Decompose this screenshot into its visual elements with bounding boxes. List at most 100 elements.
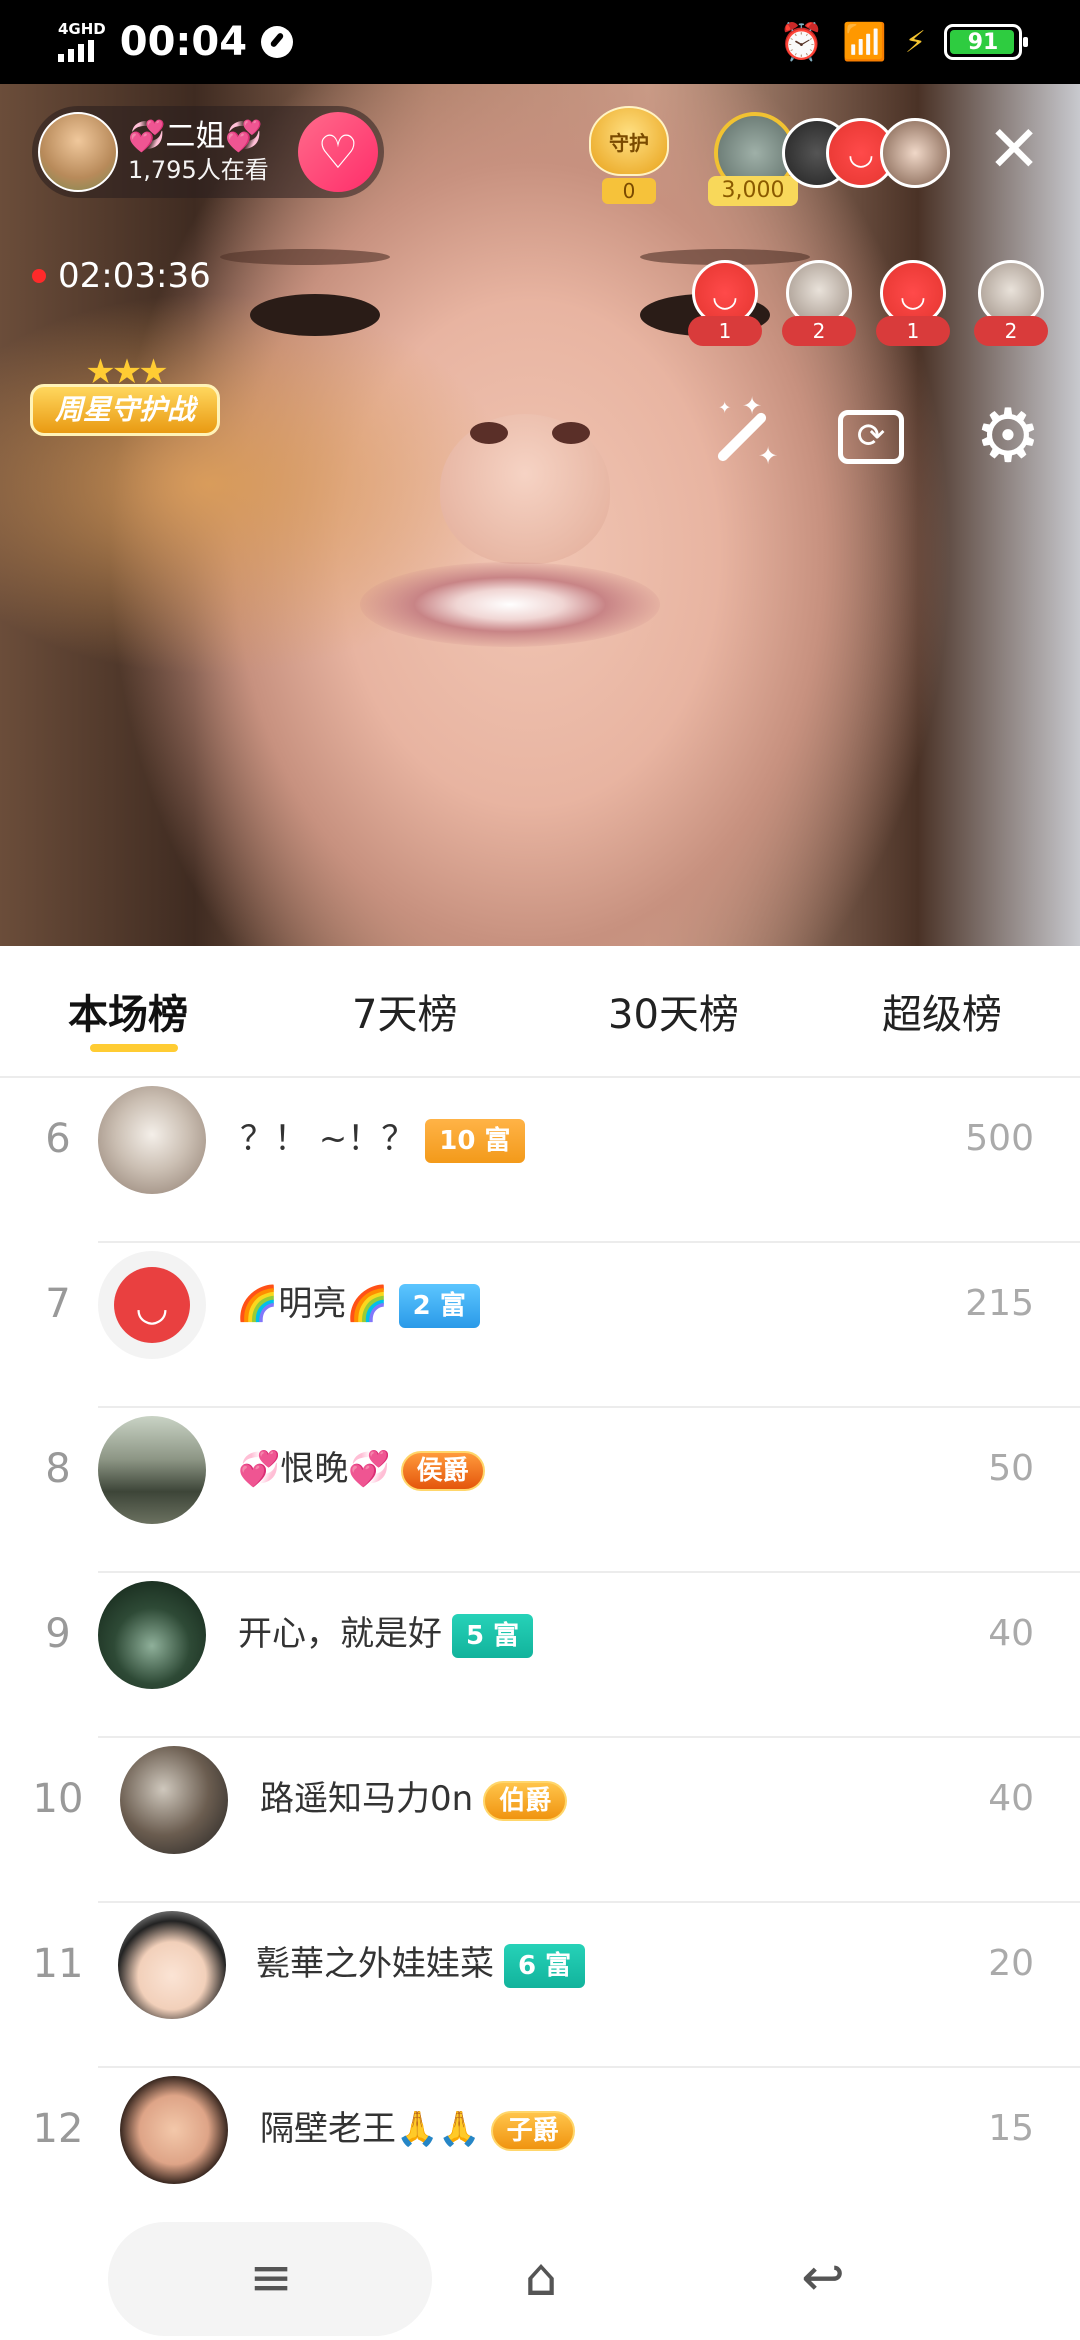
gift-sender[interactable]: 2 — [782, 260, 856, 350]
wealth-level-badge: 2 富 — [398, 1283, 480, 1328]
contribution-score: 500 — [965, 1118, 1034, 1159]
heart-plus-icon: ♡ — [317, 125, 359, 179]
user-name-line: 隔壁老王🙏🙏 子爵 — [260, 2068, 575, 2190]
contribution-score: 20 — [988, 1943, 1034, 1984]
gift-count: 2 — [782, 316, 856, 346]
leaderboard-list: 6 ？！ ~！？10 富 500 7 🌈明亮🌈2 富 215 8 💞恨晚💞侯爵 … — [0, 1078, 1080, 2233]
wifi-icon: 📶 — [842, 22, 887, 63]
leaderboard-row[interactable]: 8 💞恨晚💞 侯爵 50 — [0, 1408, 1080, 1573]
fan-avatar[interactable] — [880, 118, 950, 188]
contribution-score: 15 — [988, 2108, 1034, 2149]
back-icon[interactable]: ↩ — [778, 2238, 868, 2318]
video-face — [360, 562, 660, 647]
tab-super[interactable]: 超级榜 — [882, 982, 1002, 1040]
user-avatar[interactable] — [118, 1911, 226, 2019]
follow-button[interactable]: ♡ — [298, 112, 378, 192]
user-name: 🌈明亮🌈 — [236, 1284, 389, 1324]
video-face — [220, 249, 390, 265]
signal-icon: 4GHD — [58, 22, 106, 62]
contribution-score: 215 — [965, 1283, 1034, 1324]
user-avatar[interactable] — [120, 1746, 228, 1854]
contribution-score: 40 — [988, 1613, 1034, 1654]
alarm-icon: ⏰ — [779, 22, 825, 63]
user-name-line: 💞恨晚💞 侯爵 — [238, 1408, 485, 1530]
active-tab-indicator — [90, 1044, 178, 1052]
gift-sender[interactable]: 1 — [876, 260, 950, 350]
beauty-wand-icon[interactable]: ✦ ✦ ✦ — [700, 392, 780, 476]
screen: 4GHD 00:04 ⏰ 📶 ⚡ 91 💞二姐💞 1,795人在看 ♡ 守护 0… — [0, 0, 1080, 2340]
user-name-line: ？！ ~！？ 10 富 — [240, 1078, 525, 1200]
compass-icon — [261, 26, 294, 58]
wealth-level-badge: 5 富 — [452, 1613, 534, 1658]
status-bar: 4GHD 00:04 ⏰ 📶 ⚡ 91 — [0, 0, 1080, 84]
top-fan-value: 3,000 — [708, 176, 798, 206]
ranking-tabs: 本场榜 7天榜 30天榜 超级榜 — [0, 946, 1080, 1078]
gift-count: 1 — [688, 316, 762, 346]
tab-this-session[interactable]: 本场榜 — [68, 982, 188, 1040]
host-avatar[interactable] — [38, 112, 118, 192]
settings-gear-icon[interactable]: ⚙ — [968, 396, 1048, 476]
top-fans[interactable]: 3,000 — [708, 112, 954, 206]
user-name: 💞恨晚💞 — [238, 1449, 391, 1489]
noble-rank-badge: 子爵 — [490, 2110, 575, 2151]
live-dot-icon — [32, 269, 46, 283]
user-name-line: 开心，就是好 5 富 — [238, 1573, 534, 1695]
user-avatar[interactable] — [98, 1416, 206, 1524]
battery-level: 91 — [967, 29, 999, 55]
host-name: 💞二姐💞 — [128, 119, 263, 154]
user-name: 开心，就是好 — [238, 1614, 442, 1654]
wealth-level-badge: 10 富 — [425, 1118, 525, 1163]
stars-icon: ★★★ — [85, 352, 168, 392]
leaderboard-row[interactable]: 10 路遥知马力0n 伯爵 40 — [0, 1738, 1080, 1903]
noble-rank-badge: 伯爵 — [483, 1780, 568, 1821]
close-icon[interactable]: ✕ — [984, 118, 1044, 182]
host-info-pill[interactable]: 💞二姐💞 1,795人在看 ♡ — [32, 106, 384, 198]
user-avatar[interactable] — [98, 1251, 206, 1359]
guard-crown-icon: 守护 — [589, 106, 669, 176]
menu-icon[interactable]: ≡ — [226, 2238, 316, 2318]
viewer-count: 1,795人在看 — [128, 156, 269, 184]
user-name: 路遥知马力0n — [260, 1779, 474, 1819]
gift-sender[interactable]: 2 — [974, 260, 1048, 350]
leaderboard-row[interactable]: 12 隔壁老王🙏🙏 子爵 15 — [0, 2068, 1080, 2233]
system-nav-bar: ≡ ⌂ ↩ — [0, 2218, 1080, 2340]
user-name-line: 路遥知马力0n 伯爵 — [260, 1738, 568, 1860]
guard-button[interactable]: 守护 0 — [584, 106, 674, 204]
camera-flip-icon[interactable]: ⟳ — [832, 396, 912, 476]
leaderboard-row[interactable]: 7 🌈明亮🌈2 富 215 — [0, 1243, 1080, 1408]
timer-text: 02:03:36 — [58, 256, 211, 296]
contribution-score: 50 — [988, 1448, 1034, 1489]
gift-count: 1 — [876, 316, 950, 346]
leaderboard-row[interactable]: 9 开心，就是好 5 富 40 — [0, 1573, 1080, 1738]
network-type: 4GHD — [58, 20, 106, 38]
tab-30-days[interactable]: 30天榜 — [608, 982, 739, 1040]
battery-icon: 91 — [944, 24, 1028, 60]
live-video[interactable]: 💞二姐💞 1,795人在看 ♡ 守护 0 3,000 ✕ 02:03:36 1 — [0, 84, 1080, 946]
weekstar-label: 周星守护战 — [30, 384, 220, 436]
rank-number: 11 — [32, 1941, 84, 1987]
user-name: 隔壁老王🙏🙏 — [260, 2109, 481, 2149]
gift-count: 2 — [974, 316, 1048, 346]
guard-count: 0 — [602, 178, 656, 204]
leaderboard-row[interactable]: 11 甏華之外娃娃菜 6 富 20 — [0, 1903, 1080, 2068]
home-icon[interactable]: ⌂ — [496, 2238, 586, 2318]
user-avatar[interactable] — [120, 2076, 228, 2184]
contribution-score: 40 — [988, 1778, 1034, 1819]
leaderboard-row[interactable]: 6 ？！ ~！？ 10 富 500 — [0, 1078, 1080, 1243]
gift-sender[interactable]: 1 — [688, 260, 762, 350]
charging-icon: ⚡ — [904, 24, 926, 60]
user-avatar[interactable] — [98, 1086, 206, 1194]
user-name: ？！ ~！？ — [240, 1119, 416, 1159]
video-face — [552, 422, 590, 444]
user-name: 甏華之外娃娃菜 — [256, 1944, 494, 1984]
wealth-level-badge: 6 富 — [504, 1943, 586, 1988]
weekstar-badge[interactable]: ★★★ 周星守护战 — [30, 352, 220, 444]
user-name-line: 🌈明亮🌈 2 富 — [236, 1243, 480, 1365]
tab-7-days[interactable]: 7天榜 — [352, 982, 457, 1040]
rank-number: 12 — [32, 2106, 84, 2152]
user-name-line: 甏華之外娃娃菜 6 富 — [256, 1903, 586, 2025]
clock: 00:04 — [119, 19, 248, 65]
live-timer: 02:03:36 — [32, 256, 211, 296]
video-face — [470, 422, 508, 444]
user-avatar[interactable] — [98, 1581, 206, 1689]
